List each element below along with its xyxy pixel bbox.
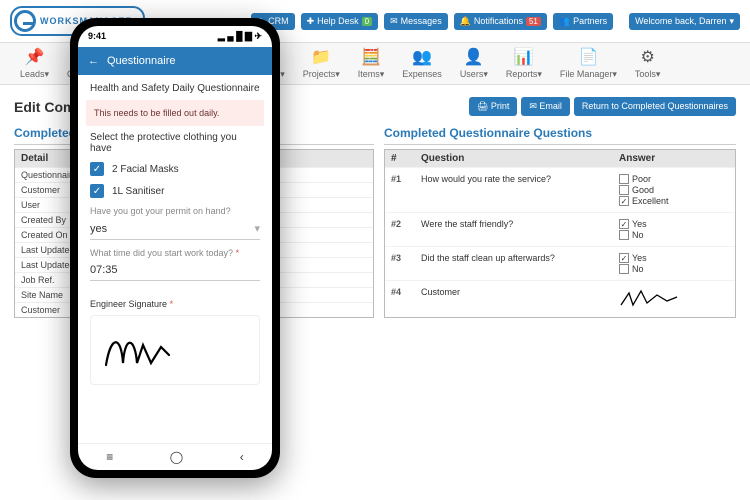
answer-option: Poor — [619, 174, 729, 184]
return-button[interactable]: Return to Completed Questionnaires — [574, 97, 736, 116]
answer-option: No — [619, 264, 729, 274]
nav-item[interactable]: 👤Users▾ — [460, 47, 488, 80]
question-row: #1How would you rate the service?PoorGoo… — [385, 167, 735, 212]
email-button[interactable]: ✉ Email — [521, 97, 570, 116]
nav-item[interactable]: 📊Reports▾ — [506, 47, 542, 80]
answer-option: ✓Yes — [619, 253, 729, 263]
phone-app-header: ← Questionnaire — [78, 47, 272, 75]
nav-item[interactable]: 📄File Manager▾ — [560, 47, 617, 80]
nav-icon: 📊 — [514, 47, 534, 67]
phone-question-time: What time did you start work today? * — [90, 248, 260, 258]
messages-button[interactable]: ✉ Messages — [384, 13, 448, 30]
nav-icon: 🧮 — [361, 47, 381, 67]
nav-icon: 📁 — [311, 47, 331, 67]
answer-option: Good — [619, 185, 729, 195]
phone-notice: This needs to be filled out daily. — [86, 100, 264, 126]
question-row: #4Customer — [385, 280, 735, 317]
nav-icon: 👥 — [412, 47, 432, 67]
nav-icon: 👤 — [464, 47, 484, 67]
phone-checkbox-masks[interactable]: ✓2 Facial Masks — [90, 162, 260, 176]
nav-icon: ⚙ — [641, 47, 655, 67]
phone-question-permit: Have you got your permit on hand? — [90, 206, 260, 216]
answer-option: ✓Yes — [619, 219, 729, 229]
phone-nav-home[interactable]: ◯ — [170, 450, 183, 464]
phone-nav-back[interactable]: ‹ — [240, 450, 244, 464]
notifications-button[interactable]: 🔔 Notifications 51 — [454, 13, 547, 30]
phone-question-clothing: Select the protective clothing you have — [90, 132, 260, 154]
partners-button[interactable]: 👥 Partners — [553, 13, 613, 30]
chevron-down-icon: ▾ — [254, 222, 260, 235]
phone-signature-pad[interactable] — [90, 315, 260, 385]
phone-checkbox-sanitiser[interactable]: ✓1L Sanitiser — [90, 184, 260, 198]
phone-nav-recent[interactable]: ≡ — [106, 450, 113, 464]
welcome-menu[interactable]: Welcome back, Darren ▾ — [629, 13, 740, 30]
nav-item[interactable]: 📁Projects▾ — [303, 47, 340, 80]
nav-item[interactable]: ⚙Tools▾ — [635, 47, 661, 80]
signature-icon — [101, 325, 191, 375]
phone-permit-select[interactable]: yes▾ — [90, 218, 260, 240]
questions-panel: # Question Answer #1How would you rate t… — [384, 149, 736, 318]
logo-icon — [14, 10, 36, 32]
phone-mockup: 9:41▂ ▄ █ ▇ ✈ ← Questionnaire Health and… — [70, 18, 280, 478]
nav-item[interactable]: 📌Leads▾ — [20, 47, 49, 80]
answer-option: No — [619, 230, 729, 240]
helpdesk-button[interactable]: ✚ Help Desk 0 — [301, 13, 379, 30]
back-icon[interactable]: ← — [88, 55, 99, 67]
phone-subtitle: Health and Safety Daily Questionnaire — [90, 83, 260, 94]
phone-time-input[interactable]: 07:35 — [90, 260, 260, 281]
phone-nav: ≡ ◯ ‹ — [78, 443, 272, 470]
signature-icon — [619, 287, 679, 311]
print-button[interactable]: 🖨 Print — [469, 97, 517, 116]
nav-icon: 📌 — [25, 47, 45, 67]
phone-sig-label: Engineer Signature * — [90, 299, 260, 309]
questions-section-title: Completed Questionnaire Questions — [384, 122, 736, 145]
nav-item[interactable]: 👥Expenses — [402, 47, 442, 80]
question-row: #2Were the staff friendly?✓YesNo — [385, 212, 735, 246]
answer-option: ✓Excellent — [619, 196, 729, 206]
nav-icon: 📄 — [578, 47, 598, 67]
phone-statusbar: 9:41▂ ▄ █ ▇ ✈ — [78, 26, 272, 47]
question-row: #3Did the staff clean up afterwards?✓Yes… — [385, 246, 735, 280]
nav-item[interactable]: 🧮Items▾ — [358, 47, 385, 80]
